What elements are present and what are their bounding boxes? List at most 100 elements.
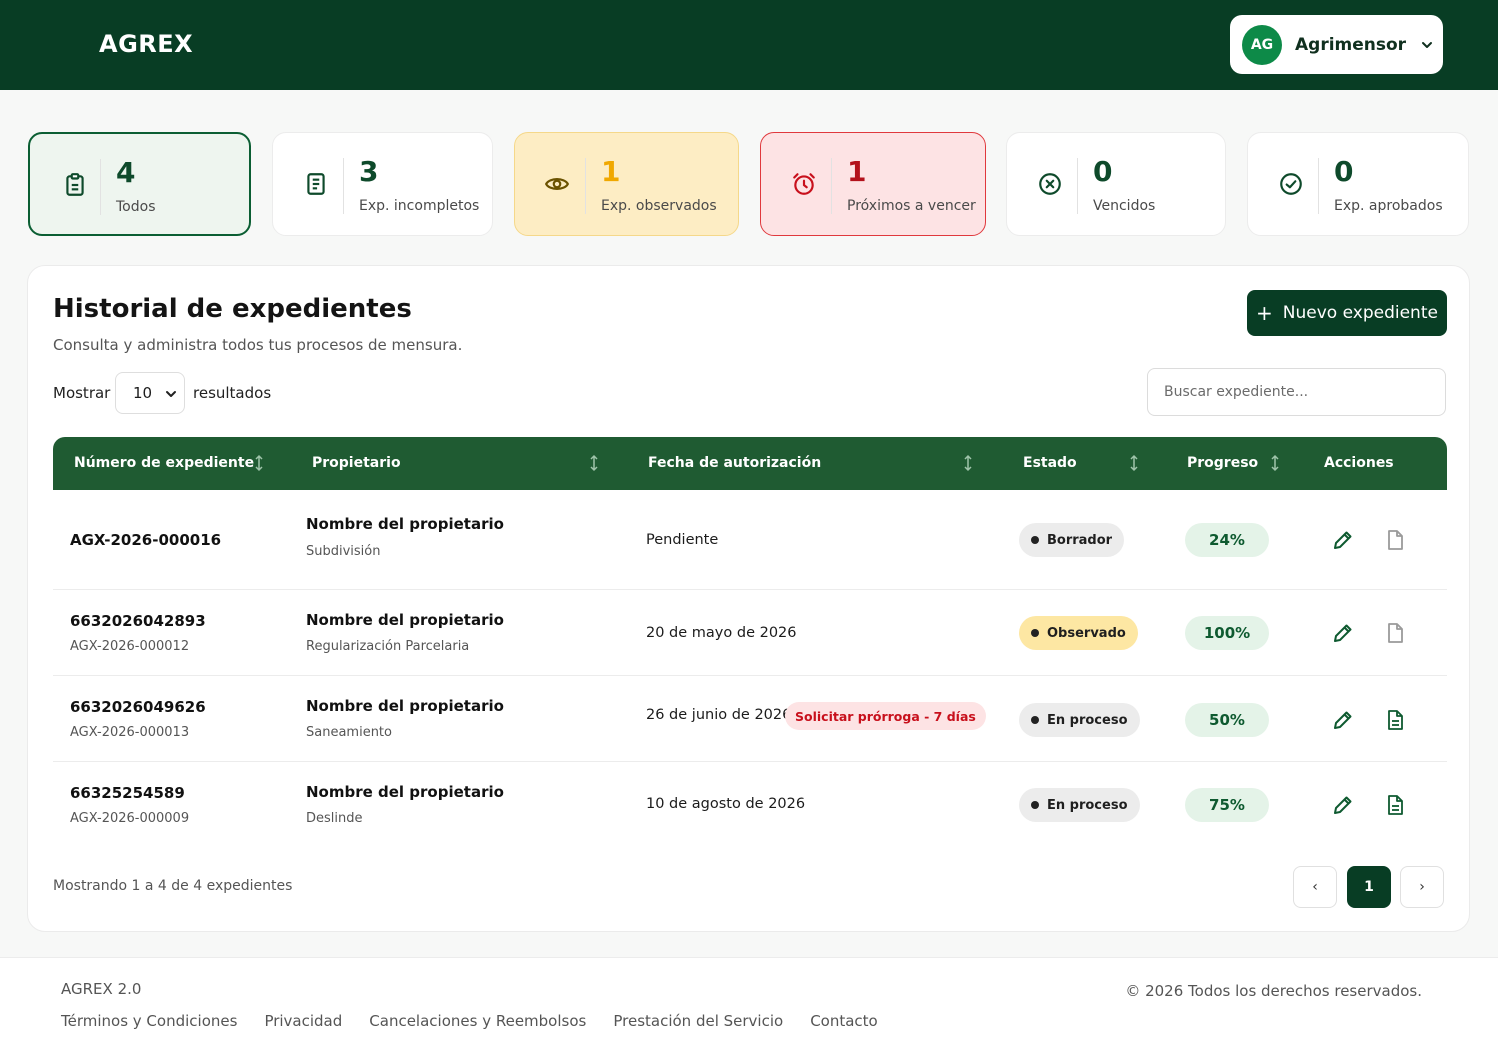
table-row[interactable]: AGX-2026-000016 Nombre del propietario S…: [53, 490, 1447, 590]
stat-card-vencidos[interactable]: 0 Vencidos: [1006, 132, 1226, 236]
divider: [343, 158, 344, 214]
new-expediente-button[interactable]: + Nuevo expediente: [1247, 290, 1447, 336]
authorization-date: Pendiente: [646, 532, 719, 548]
column-header-progreso[interactable]: Progreso: [1187, 455, 1258, 471]
owner-name: Nombre del propietario: [306, 515, 504, 533]
stat-card-todos[interactable]: 4 Todos: [28, 132, 251, 236]
status-badge: En proceso: [1019, 788, 1140, 822]
progress-badge: 75%: [1185, 788, 1269, 822]
stat-label: Vencidos: [1093, 198, 1156, 214]
owner-name: Nombre del propietario: [306, 697, 504, 715]
stat-card-aprobados[interactable]: 0 Exp. aprobados: [1247, 132, 1469, 236]
stat-card-proximos-vencer[interactable]: 1 Próximos a vencer: [760, 132, 986, 236]
column-header-propietario[interactable]: Propietario: [312, 455, 401, 471]
footer-link-prestacion[interactable]: Prestación del Servicio: [613, 1012, 783, 1030]
footer-links: Términos y Condiciones Privacidad Cancel…: [61, 1012, 878, 1030]
expediente-number[interactable]: 6632026049626: [70, 698, 206, 716]
table-row[interactable]: 6632026049626 AGX-2026-000013 Nombre del…: [53, 676, 1447, 762]
column-header-numero[interactable]: Número de expediente: [74, 455, 254, 471]
sort-icon[interactable]: [589, 454, 599, 472]
expediente-number[interactable]: 66325254589: [70, 784, 185, 802]
top-header: AGREX AG Agrimensor: [0, 0, 1498, 90]
divider: [831, 158, 832, 214]
edit-icon[interactable]: [1331, 708, 1355, 732]
edit-icon[interactable]: [1331, 621, 1355, 645]
sort-icon[interactable]: [1129, 454, 1139, 472]
status-badge: Borrador: [1019, 523, 1125, 557]
stat-value: 1: [601, 155, 621, 188]
column-header-estado[interactable]: Estado: [1023, 455, 1077, 471]
page-button-1[interactable]: 1: [1347, 866, 1391, 908]
footer-brand: AGREX 2.0: [61, 980, 142, 998]
table-row[interactable]: 66325254589 AGX-2026-000009 Nombre del p…: [53, 762, 1447, 848]
expediente-number[interactable]: AGX-2026-000016: [70, 531, 221, 549]
stat-value: 3: [359, 155, 379, 188]
edit-icon[interactable]: [1331, 528, 1355, 552]
page-title: Historial de expedientes: [53, 294, 412, 324]
document-icon: [307, 173, 325, 195]
avatar: AG: [1242, 24, 1282, 65]
process-type: Saneamiento: [306, 725, 392, 740]
owner-name: Nombre del propietario: [306, 783, 504, 801]
sort-icon[interactable]: [963, 454, 973, 472]
process-type: Subdivisión: [306, 544, 381, 559]
progress-badge: 50%: [1185, 703, 1269, 737]
authorization-date: 26 de junio de 2026: [646, 707, 792, 723]
pagination-summary: Mostrando 1 a 4 de 4 expedientes: [53, 878, 293, 894]
file-icon[interactable]: [1383, 621, 1407, 645]
footer-link-contacto[interactable]: Contacto: [810, 1012, 878, 1030]
file-icon[interactable]: [1383, 528, 1407, 552]
table-header: Número de expediente Propietario Fecha d…: [53, 437, 1447, 490]
table-row[interactable]: 6632026042893 AGX-2026-000012 Nombre del…: [53, 590, 1447, 676]
sort-icon[interactable]: [1270, 454, 1280, 472]
footer: AGREX 2.0 © 2026 Todos los derechos rese…: [0, 957, 1498, 1050]
process-type: Regularización Parcelaria: [306, 639, 470, 654]
expediente-code: AGX-2026-000013: [70, 725, 190, 740]
authorization-date: 10 de agosto de 2026: [646, 796, 806, 812]
next-page-button[interactable]: ›: [1400, 866, 1444, 908]
new-expediente-label: Nuevo expediente: [1282, 303, 1438, 323]
document-icon[interactable]: [1383, 793, 1407, 817]
eye-icon: [544, 178, 570, 190]
stat-label: Exp. incompletos: [359, 198, 480, 214]
expediente-code: AGX-2026-000009: [70, 811, 190, 826]
divider: [100, 159, 101, 215]
extension-request-badge[interactable]: Solicitar prórroga - 7 días: [785, 702, 986, 730]
page-subtitle: Consulta y administra todos tus procesos…: [53, 336, 463, 354]
footer-link-cancelaciones[interactable]: Cancelaciones y Reembolsos: [369, 1012, 586, 1030]
chevron-down-icon: [1422, 41, 1433, 48]
expediente-number[interactable]: 6632026042893: [70, 612, 206, 630]
prev-page-button[interactable]: ‹: [1293, 866, 1337, 908]
clipboard-icon: [66, 173, 84, 196]
footer-copyright: © 2026 Todos los derechos reservados.: [1125, 982, 1422, 1000]
app-logo[interactable]: AGREX: [99, 30, 193, 58]
footer-link-terminos[interactable]: Términos y Condiciones: [61, 1012, 237, 1030]
stat-label: Próximos a vencer: [847, 198, 976, 214]
page-size-select[interactable]: 10: [115, 372, 185, 414]
status-badge: Observado: [1019, 616, 1138, 650]
user-name: Agrimensor: [1295, 34, 1407, 55]
results-label: resultados: [193, 384, 272, 402]
stat-value: 1: [847, 155, 867, 188]
progress-badge: 24%: [1185, 523, 1269, 557]
expediente-code: AGX-2026-000012: [70, 639, 190, 654]
process-type: Deslinde: [306, 811, 363, 826]
check-circle-icon: [1280, 173, 1302, 195]
stat-card-incompletos[interactable]: 3 Exp. incompletos: [272, 132, 493, 236]
edit-icon[interactable]: [1331, 793, 1355, 817]
status-badge: En proceso: [1019, 703, 1140, 737]
expedientes-panel: Historial de expedientes Consulta y admi…: [27, 265, 1470, 932]
column-header-fecha[interactable]: Fecha de autorización: [648, 455, 821, 471]
search-input[interactable]: [1147, 368, 1446, 416]
user-menu[interactable]: AG Agrimensor: [1230, 15, 1443, 74]
sort-icon[interactable]: [254, 454, 264, 472]
x-circle-icon: [1039, 173, 1061, 195]
owner-name: Nombre del propietario: [306, 611, 504, 629]
footer-link-privacidad[interactable]: Privacidad: [264, 1012, 342, 1030]
stat-card-observados[interactable]: 1 Exp. observados: [514, 132, 739, 236]
alarm-clock-icon: [793, 173, 815, 195]
stat-label: Exp. aprobados: [1334, 198, 1443, 214]
stat-value: 4: [116, 156, 136, 189]
document-icon[interactable]: [1383, 708, 1407, 732]
stat-label: Exp. observados: [601, 198, 717, 214]
